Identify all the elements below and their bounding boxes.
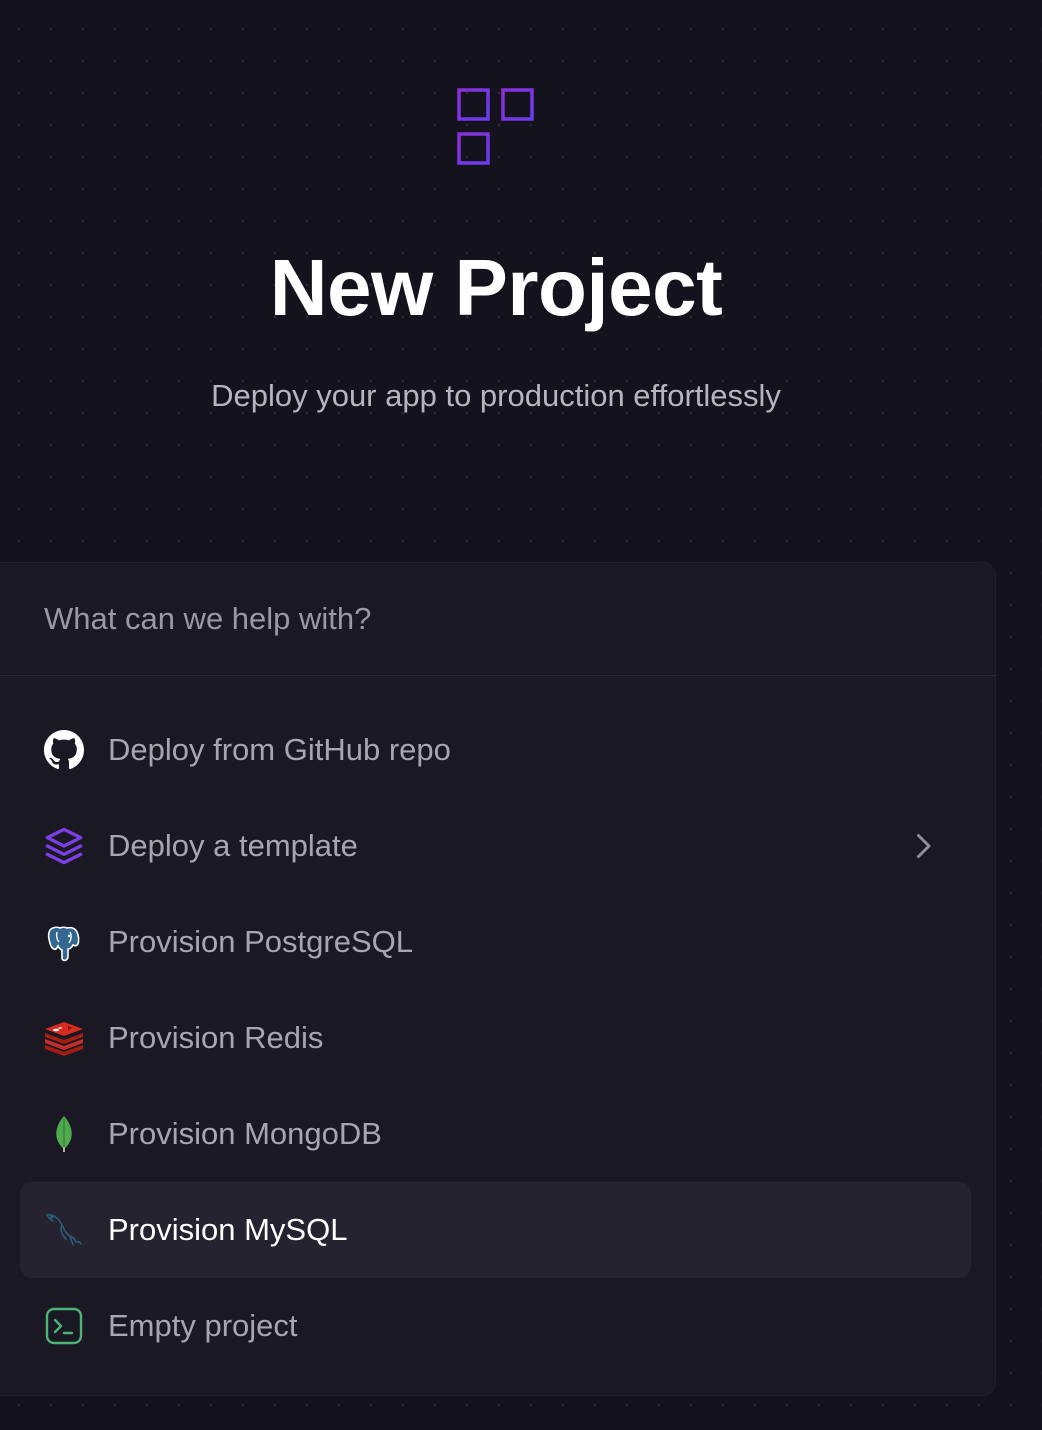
page-subtitle: Deploy your app to production effortless… [211, 378, 781, 413]
option-label: Empty project [108, 1308, 298, 1343]
search-input[interactable] [44, 601, 944, 637]
option-empty-project[interactable]: Empty project [20, 1278, 971, 1374]
search-bar [0, 563, 995, 676]
mysql-icon [44, 1210, 84, 1250]
redis-icon [44, 1018, 84, 1058]
command-panel: Deploy from GitHub repo Deploy a templat… [0, 562, 996, 1396]
option-deploy-github[interactable]: Deploy from GitHub repo [20, 702, 971, 798]
chevron-right-icon [917, 834, 931, 858]
option-provision-redis[interactable]: Provision Redis [20, 990, 971, 1086]
option-provision-mysql[interactable]: Provision MySQL [20, 1182, 971, 1278]
page-title: New Project [269, 243, 723, 332]
option-list: Deploy from GitHub repo Deploy a templat… [0, 676, 995, 1374]
postgresql-icon [44, 922, 84, 962]
option-provision-postgresql[interactable]: Provision PostgreSQL [20, 894, 971, 990]
mongodb-icon [44, 1114, 84, 1154]
terminal-icon [44, 1306, 84, 1346]
github-icon [44, 730, 84, 770]
option-label: Provision MongoDB [108, 1116, 382, 1151]
option-label: Provision Redis [108, 1020, 324, 1055]
grid-plus-icon [457, 88, 534, 165]
layers-icon [44, 826, 84, 866]
option-provision-mongodb[interactable]: Provision MongoDB [20, 1086, 971, 1182]
option-label: Deploy from GitHub repo [108, 732, 451, 767]
option-deploy-template[interactable]: Deploy a template [20, 798, 971, 894]
option-label: Provision MySQL [108, 1212, 348, 1247]
option-label: Deploy a template [108, 828, 358, 863]
option-label: Provision PostgreSQL [108, 924, 413, 959]
